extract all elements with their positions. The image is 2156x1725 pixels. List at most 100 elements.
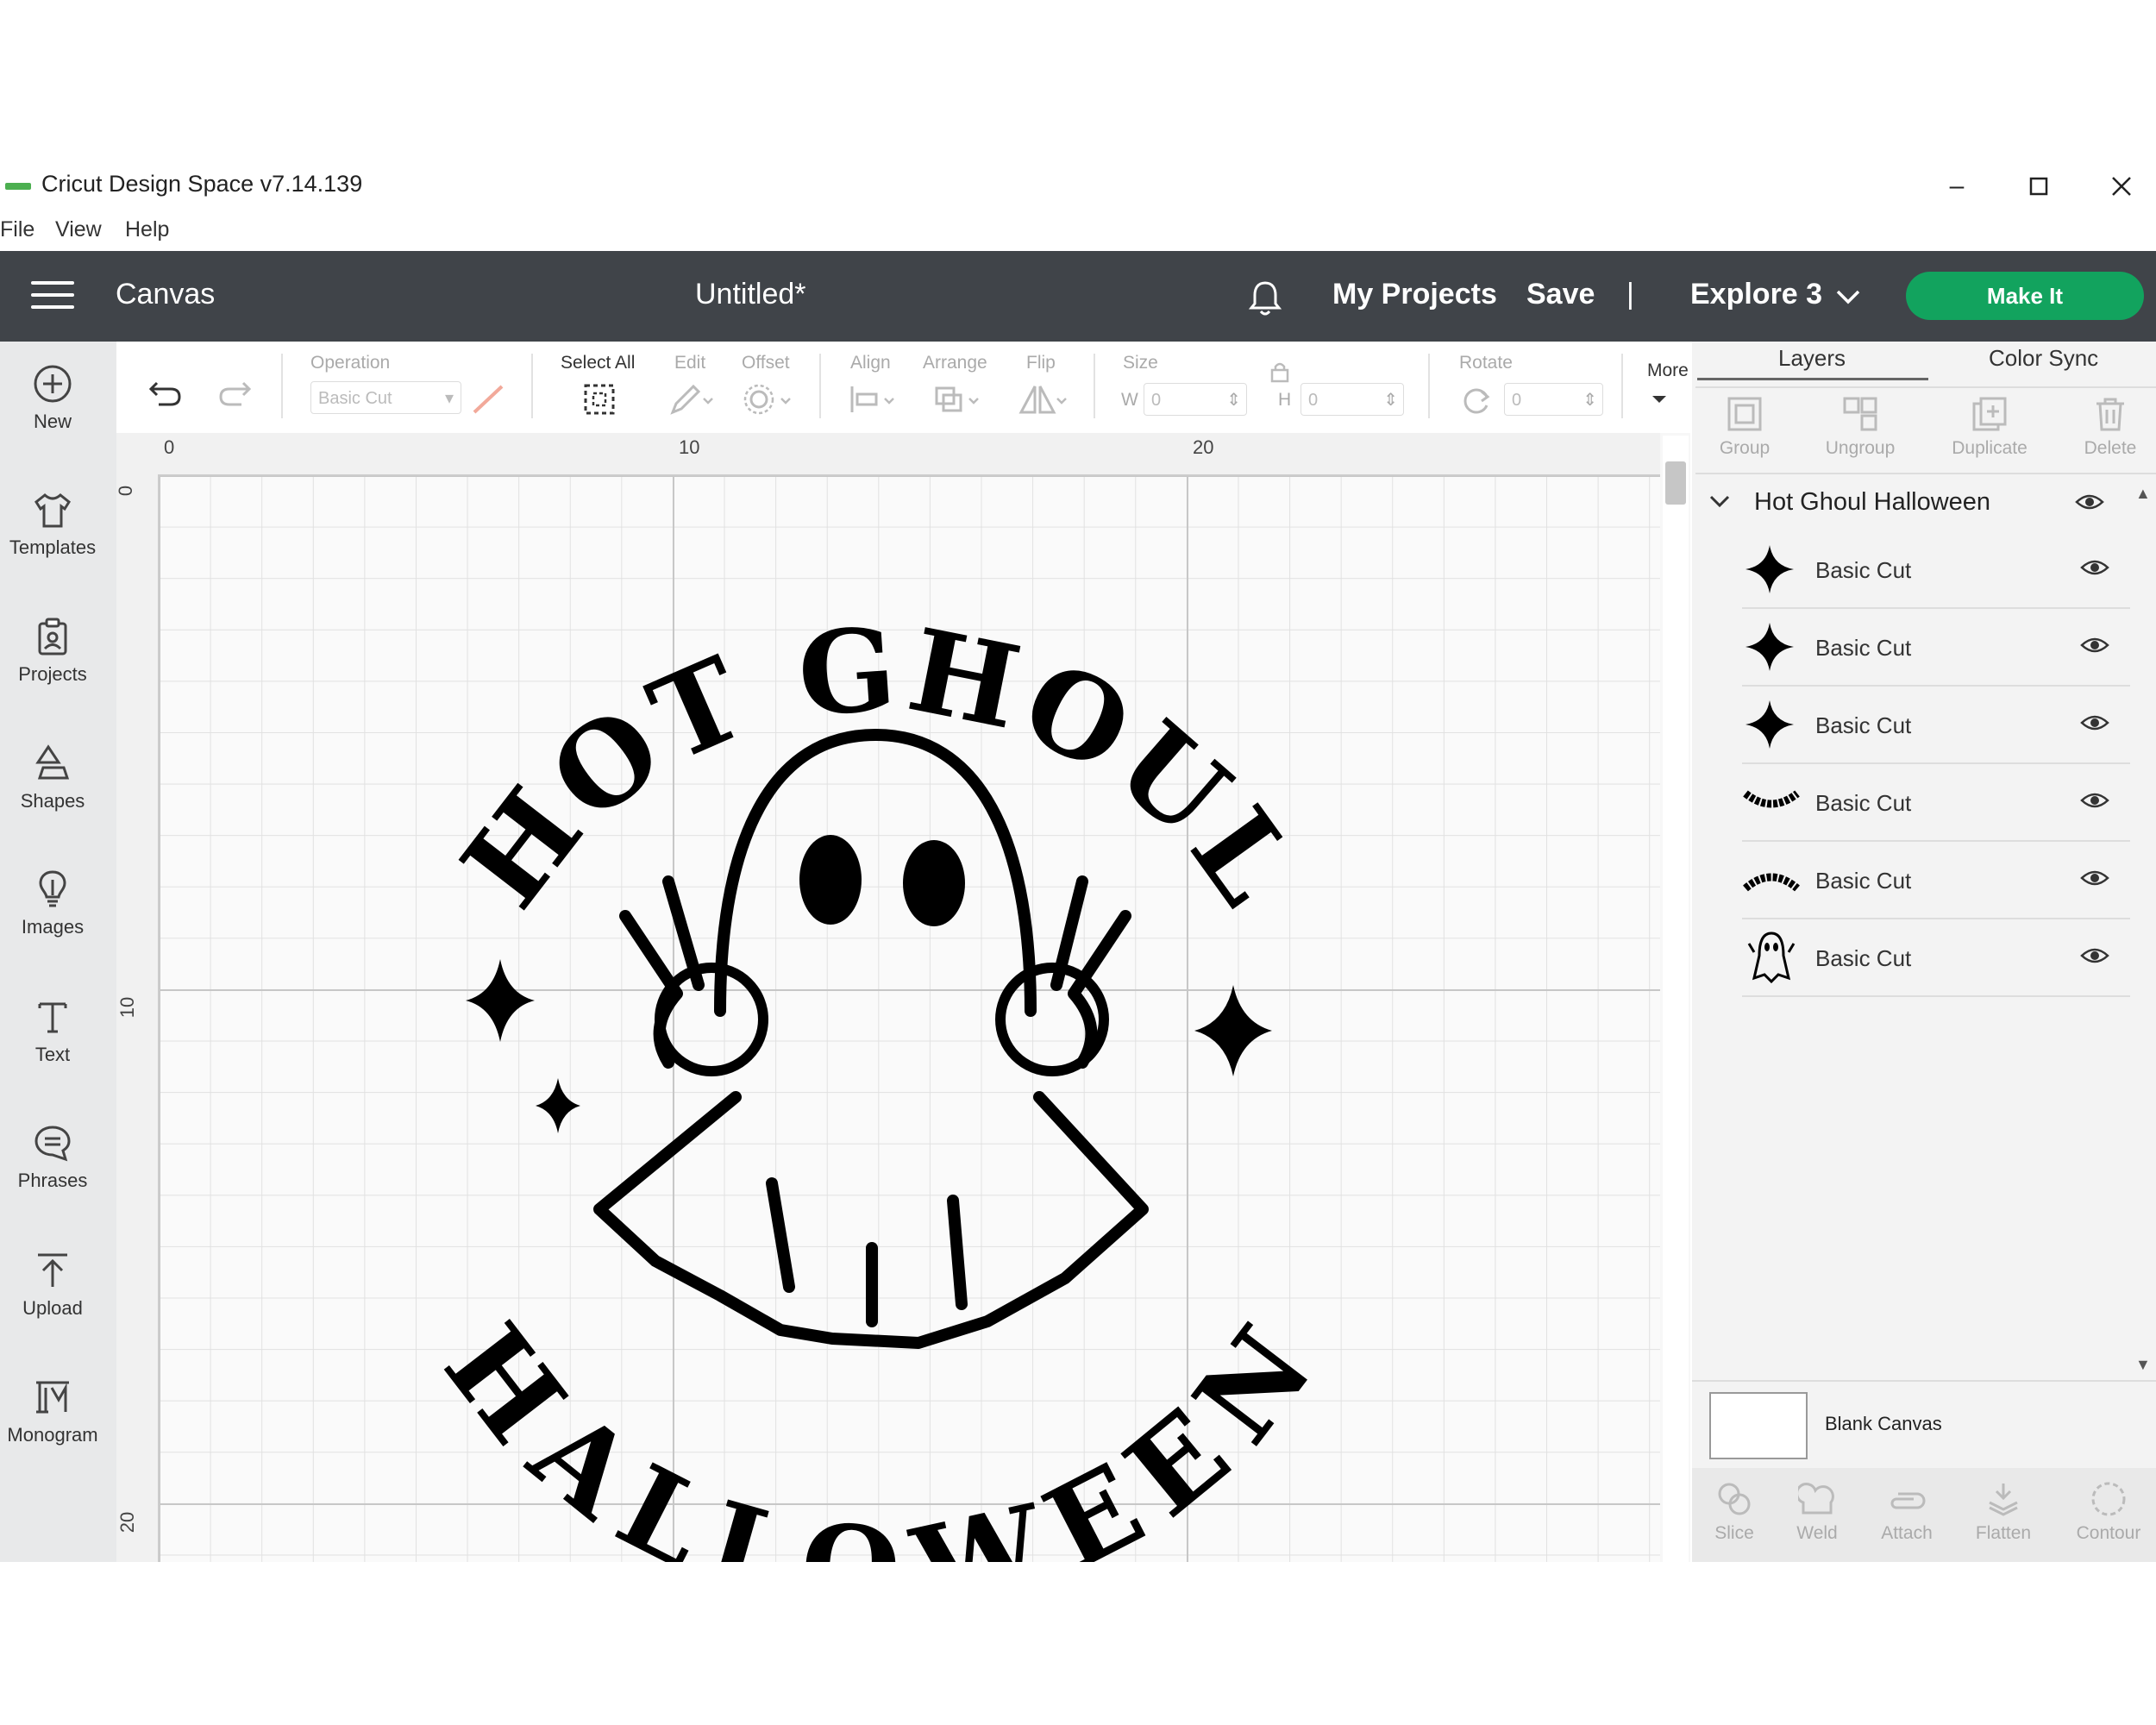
duplicate-button[interactable]: Duplicate (1942, 395, 2037, 459)
my-projects-button[interactable]: My Projects (1332, 278, 1497, 311)
tab-color-sync[interactable]: Color Sync (1989, 345, 2098, 372)
align-icon[interactable] (849, 383, 900, 420)
eye-icon[interactable] (2075, 492, 2104, 517)
maximize-icon[interactable] (2018, 169, 2059, 204)
arrange-icon[interactable] (933, 383, 985, 420)
color-swatch-icon[interactable] (471, 383, 505, 418)
layer-row[interactable]: Basic Cut (1742, 764, 2130, 842)
eye-icon[interactable] (2080, 945, 2109, 966)
chevron-down-icon[interactable] (1835, 288, 1861, 310)
layer-label: Basic Cut (1815, 868, 1912, 894)
attach-label: Attach (1881, 1523, 1933, 1543)
sidebar-label-shapes: Shapes (20, 790, 85, 812)
save-button[interactable]: Save (1526, 278, 1595, 311)
redo-icon[interactable] (217, 378, 252, 413)
plus-circle-icon (34, 365, 72, 403)
sidebar-item-new[interactable]: New (0, 364, 105, 433)
caret-down-icon[interactable] (1651, 393, 1668, 410)
undo-icon[interactable] (148, 378, 183, 413)
sparkle-star (466, 959, 535, 1042)
sidebar-item-upload[interactable]: Upload (0, 1251, 105, 1320)
sidebar-item-text[interactable]: Text (0, 997, 105, 1066)
layer-label: Basic Cut (1815, 945, 1912, 971)
scrollbar-thumb[interactable] (1665, 461, 1686, 505)
make-it-button[interactable]: Make It (1906, 272, 2144, 320)
operation-value: Basic Cut (318, 389, 392, 408)
ungroup-button[interactable]: Ungroup (1813, 395, 1908, 459)
operation-select[interactable]: Basic Cut ▾ (310, 381, 461, 414)
sidebar-item-phrases[interactable]: Phrases (0, 1123, 105, 1192)
layer-row[interactable]: Basic Cut (1742, 842, 2130, 919)
menu-help[interactable]: Help (125, 217, 169, 242)
sidebar-item-shapes[interactable]: Shapes (0, 743, 105, 812)
rotate-input[interactable]: 0 ⇕ (1504, 383, 1603, 416)
design-arc-top-text: HOT GHOUL (437, 602, 1324, 932)
blank-canvas-swatch[interactable] (1709, 1392, 1808, 1459)
layer-group-name[interactable]: Hot Ghoul Halloween (1754, 488, 1990, 517)
minimize-icon[interactable]: – (1936, 169, 1977, 204)
offset-icon[interactable] (742, 383, 797, 420)
menu-view[interactable]: View (55, 217, 102, 242)
duplicate-icon (1972, 397, 2007, 431)
slice-icon (1718, 1483, 1751, 1515)
sidebar-item-projects[interactable]: Projects (0, 617, 105, 686)
width-input[interactable]: 0 ⇕ (1144, 383, 1247, 416)
layer-row[interactable]: Basic Cut (1742, 609, 2130, 687)
weld-icon (1798, 1483, 1834, 1515)
vertical-scrollbar[interactable] (1663, 436, 1689, 1562)
rotate-label: Rotate (1459, 353, 1513, 373)
chevron-down-icon[interactable] (1708, 493, 1732, 515)
ghost-left-eye (799, 835, 862, 925)
eye-icon[interactable] (2080, 635, 2109, 656)
paperclip-icon (1890, 1492, 1926, 1509)
height-input[interactable]: 0 ⇕ (1300, 383, 1404, 416)
sidebar-item-monogram[interactable]: Monogram (0, 1377, 105, 1446)
contour-button[interactable]: Contour (2061, 1480, 2156, 1544)
layer-row[interactable]: Basic Cut (1742, 531, 2130, 609)
blank-canvas-label: Blank Canvas (1825, 1413, 1942, 1434)
tab-layers[interactable]: Layers (1778, 345, 1846, 372)
group-button[interactable]: Group (1697, 395, 1792, 459)
toolbar-divider (1621, 354, 1623, 418)
ruler-left-label: 20 (116, 1511, 139, 1534)
pencil-icon[interactable] (667, 383, 719, 420)
star-thumbnail-icon (1745, 700, 1794, 749)
eye-icon[interactable] (2080, 712, 2109, 733)
close-icon[interactable] (2101, 169, 2142, 204)
attach-button[interactable]: Attach (1859, 1480, 1954, 1544)
select-all-icon[interactable] (583, 383, 616, 420)
sidebar-item-images[interactable]: Images (0, 869, 105, 938)
bell-icon[interactable] (1247, 279, 1283, 322)
rotate-icon[interactable] (1461, 385, 1492, 420)
arrange-label: Arrange (923, 353, 987, 373)
weld-button[interactable]: Weld (1770, 1480, 1865, 1544)
eye-icon[interactable] (2080, 868, 2109, 888)
speech-bubble-icon (34, 1126, 71, 1162)
hot-ghoul-halloween-design[interactable]: HOT GHOUL HALLOWEEN (160, 476, 1660, 1562)
layer-row[interactable]: Basic Cut (1742, 687, 2130, 764)
layer-label: Basic Cut (1815, 712, 1912, 738)
sidebar-item-templates[interactable]: Templates (0, 490, 105, 559)
upload-icon (38, 1253, 67, 1287)
flatten-button[interactable]: Flatten (1956, 1480, 2051, 1544)
menu-file[interactable]: File (0, 217, 34, 242)
app-header (0, 251, 2156, 342)
eye-icon[interactable] (2080, 790, 2109, 811)
eye-icon[interactable] (2080, 557, 2109, 578)
more-button[interactable]: More (1647, 361, 1689, 381)
layer-row[interactable]: Basic Cut (1742, 919, 2130, 997)
panel-scroll-up-icon[interactable]: ▲ (2135, 485, 2151, 503)
flip-icon[interactable] (1018, 383, 1069, 420)
height-label: H (1278, 390, 1292, 410)
lock-icon[interactable] (1269, 361, 1290, 387)
slice-button[interactable]: Slice (1687, 1480, 1782, 1544)
delete-button[interactable]: Delete (2063, 395, 2156, 459)
layer-label: Basic Cut (1815, 557, 1912, 583)
panel-scroll-down-icon[interactable]: ▼ (2135, 1356, 2151, 1374)
machine-selector[interactable]: Explore 3 (1690, 278, 1822, 311)
weld-label: Weld (1796, 1523, 1838, 1543)
hamburger-menu-icon[interactable] (31, 281, 74, 310)
ungroup-icon (1843, 397, 1877, 431)
sidebar-label-text: Text (34, 1044, 71, 1065)
sidebar-label-phrases: Phrases (17, 1170, 88, 1191)
